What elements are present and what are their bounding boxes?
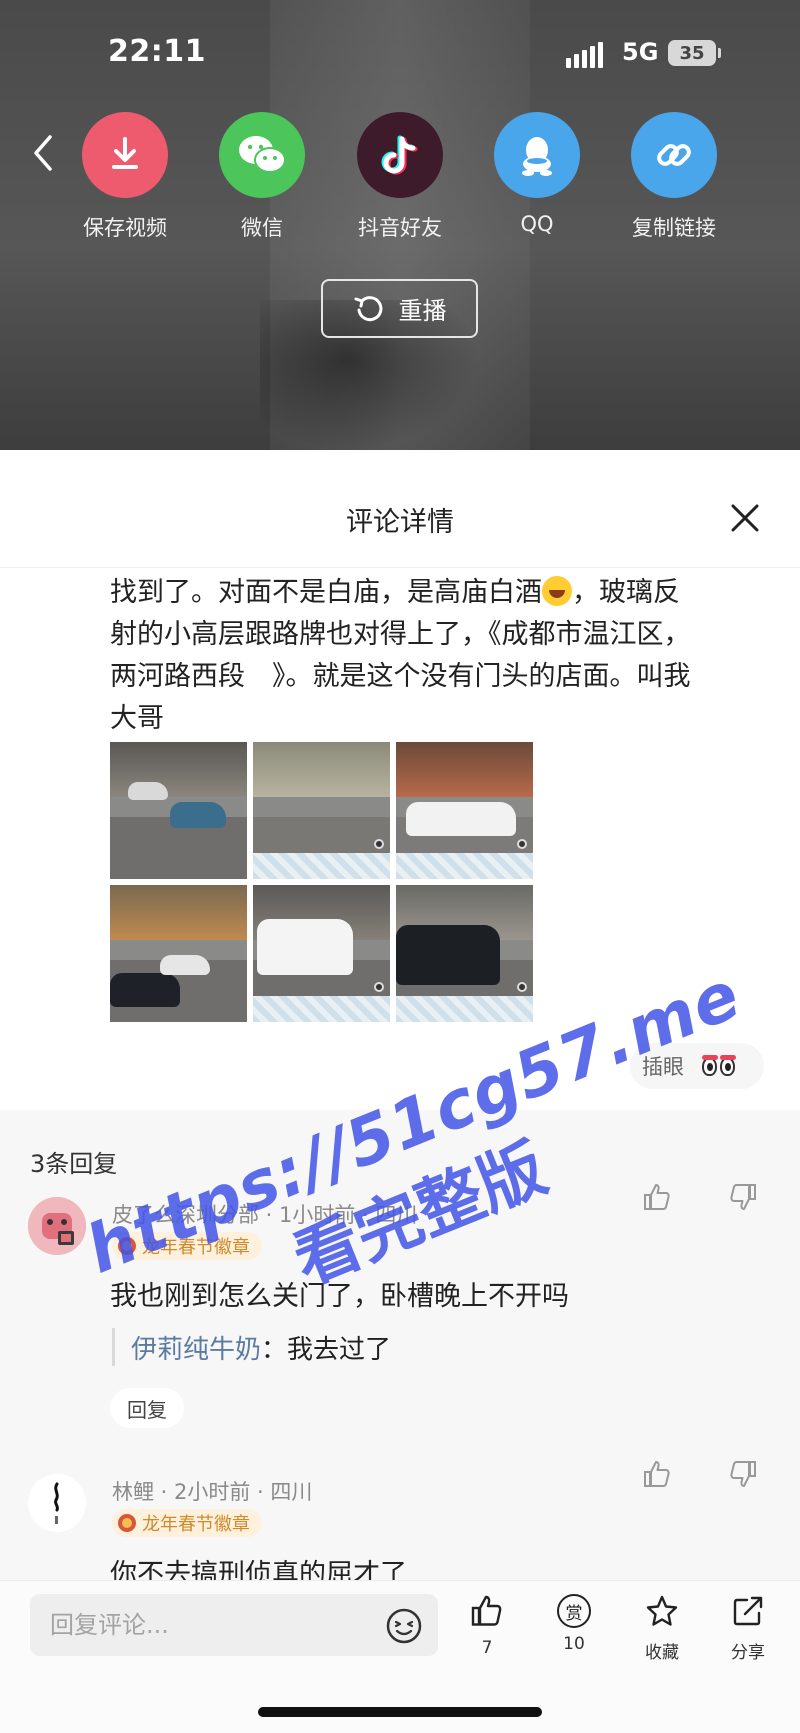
dragon-badge-icon [118,1514,136,1532]
share-qq-label: QQ [520,212,554,236]
reply-time-location: · 1小时前 · 四川 [259,1203,418,1227]
share-save-video-label: 保存视频 [83,216,167,240]
replay-icon [354,295,382,321]
comment-photo-3[interactable] [396,742,533,879]
replies-count: 3条回复 [30,1150,118,1178]
comment-photo-4[interactable] [110,885,247,1022]
reply-text: 你不去搞刑侦真的屈才了 [110,1559,407,1580]
comment-photo-5[interactable] [253,885,390,1022]
share-copy-link-button[interactable]: 复制链接 [614,112,734,242]
like-button[interactable]: 7 [452,1594,522,1658]
comment-photo-grid [110,742,535,1024]
reply-username[interactable]: 林鲤 [112,1480,154,1504]
wechat-icon [219,112,305,198]
back-chevron-icon[interactable] [32,133,54,173]
douyin-icon [357,112,443,198]
replay-label: 重播 [398,297,447,325]
comment-line-1: 找到了。对面不是白庙，是高庙白酒 [110,577,542,608]
share-wechat-label: 微信 [241,216,283,240]
comment-text: 找到了。对面不是白庙，是高庙白酒 ，玻璃反 射的小高层跟路牌也对得上了，《成都市温… [110,572,786,740]
reward-icon: 赏 [557,1594,591,1628]
star-icon [646,1595,678,1626]
reply-text: 我也刚到怎么关门了，卧槽晚上不开吗 [110,1281,569,1312]
battery-level: 35 [679,42,705,64]
dragon-badge-icon [118,1237,136,1255]
comment-sheet-header: 评论详情 [0,450,800,568]
thumbs-up-icon [471,1595,502,1626]
reply-username[interactable]: 皮了么深圳分部 [112,1203,259,1227]
reply-comment-input[interactable] [50,1611,380,1639]
qq-icon [494,112,580,198]
sheet-title: 评论详情 [346,507,454,538]
comment-photo-6[interactable] [396,885,533,1022]
reply-time-location: · 2小时前 · 四川 [154,1480,313,1504]
reply-quote: 伊莉纯牛奶 ：我去过了 [112,1328,391,1366]
reply-meta: 林鲤 · 2小时前 · 四川 [112,1476,312,1506]
share-icon [733,1596,763,1626]
quote-text: ：我去过了 [261,1334,392,1365]
tip-count: 10 [563,1634,585,1654]
reply-meta: 皮了么深圳分部 · 1小时前 · 四川 [112,1199,417,1229]
emoji-icon[interactable] [385,1607,423,1645]
reaction-button[interactable]: 插眼 [630,1043,764,1089]
avatar[interactable] [28,1197,86,1255]
share-button[interactable]: 分享 [713,1594,783,1663]
share-qq-button[interactable]: QQ [477,112,597,236]
laughing-emoji-icon [542,576,572,606]
signal-icon [566,42,603,68]
comment-line-3: 两河路西段 》。就是这个没有门头的店面。叫我 [110,661,691,692]
tip-button[interactable]: 赏 10 [539,1594,609,1654]
badge-label: 龙年春节徽章 [142,1514,250,1535]
like-icon[interactable] [642,1459,672,1489]
badge-label: 龙年春节徽章 [142,1237,250,1258]
like-count: 7 [481,1638,493,1658]
download-icon [82,112,168,198]
share-douyin-button[interactable]: 抖音好友 [340,112,460,242]
comment-photo-2[interactable] [253,742,390,879]
comment-line-2: 射的小高层跟路牌也对得上了，《成都市温江区， [110,619,691,650]
battery-icon: 35 [668,40,721,66]
share-wechat-button[interactable]: 微信 [202,112,322,242]
reply-comment-field[interactable] [30,1594,438,1656]
status-time: 22:11 [108,34,206,69]
home-indicator[interactable] [258,1707,542,1717]
close-icon[interactable] [730,503,760,533]
eyes-emoji-icon [702,1054,736,1076]
comment-line-4: 大哥 [110,703,164,734]
reward-icon-char: 赏 [565,1603,583,1624]
network-label: 5G [622,38,659,66]
share-douyin-label: 抖音好友 [358,216,442,240]
reply-button[interactable]: 回复 [110,1388,184,1428]
quote-author[interactable]: 伊莉纯牛奶 [131,1329,261,1366]
collect-button[interactable]: 收藏 [627,1594,697,1663]
replay-button[interactable]: 重播 [321,279,478,338]
share-label: 分享 [731,1643,765,1663]
dislike-icon[interactable] [728,1459,758,1489]
festival-badge: 龙年春节徽章 [112,1232,262,1260]
like-icon[interactable] [642,1182,672,1212]
comment-photo-1[interactable] [110,742,247,879]
share-save-video-button[interactable]: 保存视频 [65,112,185,242]
reaction-label: 插眼 [642,1055,684,1079]
dislike-icon[interactable] [728,1182,758,1212]
avatar[interactable] [28,1474,86,1532]
festival-badge: 龙年春节徽章 [112,1509,262,1537]
collect-label: 收藏 [645,1643,679,1663]
link-icon [631,112,717,198]
comment-line-1-tail: ，玻璃反 [572,577,680,608]
share-copy-link-label: 复制链接 [632,216,716,240]
